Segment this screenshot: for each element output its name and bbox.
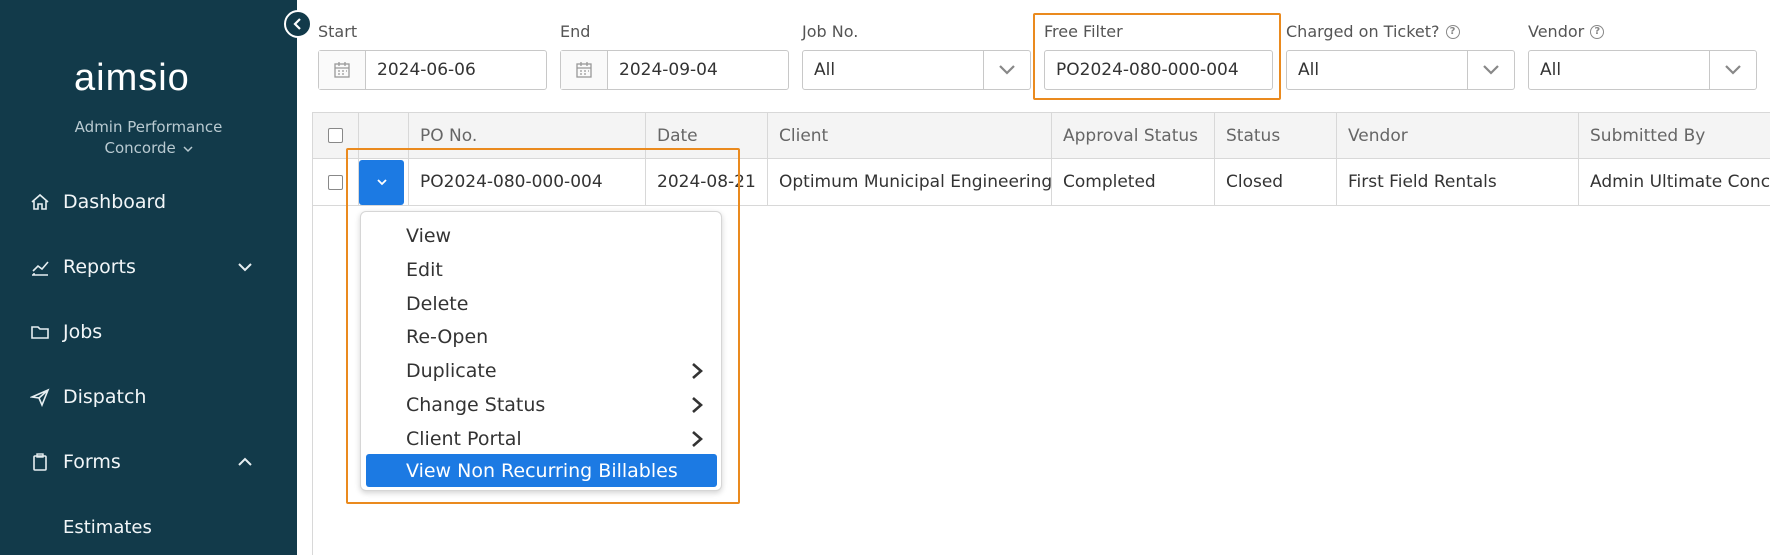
start-label: Start xyxy=(318,22,358,41)
start-date-field[interactable]: 2024-06-06 xyxy=(318,50,547,90)
job-no-select[interactable]: All xyxy=(802,50,1031,90)
cell-submitted-by: Admin Ultimate Concorde xyxy=(1590,172,1770,192)
column-header-approval-status[interactable]: Approval Status xyxy=(1052,113,1215,158)
sidebar-item-jobs[interactable]: Jobs xyxy=(0,312,297,352)
menu-item-view[interactable]: View xyxy=(366,219,717,252)
row-select-cell xyxy=(313,159,359,205)
table-row[interactable]: PO2024-080-000-004 2024-08-21 Optimum Mu… xyxy=(313,159,1770,206)
cell-client: Optimum Municipal Engineering xyxy=(768,159,1052,205)
vendor-label-text: Vendor xyxy=(1528,22,1585,41)
chevron-left-icon xyxy=(293,18,301,30)
cell-approval-status: Completed xyxy=(1052,159,1215,205)
sidebar-item-label: Dispatch xyxy=(63,386,147,408)
action-header-cell xyxy=(359,113,409,158)
row-actions-button[interactable] xyxy=(359,159,404,205)
end-label: End xyxy=(560,22,591,41)
column-header-submitted-by[interactable]: Submitted By xyxy=(1579,113,1770,158)
column-header-date[interactable]: Date xyxy=(646,113,768,158)
menu-item-delete[interactable]: Delete xyxy=(366,287,717,320)
menu-item-edit[interactable]: Edit xyxy=(366,253,717,286)
free-filter-label: Free Filter xyxy=(1044,22,1123,41)
cell-po-no: PO2024-080-000-004 xyxy=(409,159,646,205)
end-date-value: 2024-09-04 xyxy=(619,60,718,80)
chevron-down-icon[interactable] xyxy=(237,259,253,275)
sidebar-item-reports[interactable]: Reports xyxy=(0,247,297,287)
table-header: PO No. Date Client Approval Status Statu… xyxy=(313,112,1770,159)
end-date-field[interactable]: 2024-09-04 xyxy=(560,50,789,90)
sidebar-item-dashboard[interactable]: Dashboard xyxy=(0,182,297,222)
sidebar-item-label: Forms xyxy=(63,451,121,473)
sidebar-item-dispatch[interactable]: Dispatch xyxy=(0,377,297,417)
menu-item-label: Client Portal xyxy=(406,427,522,450)
menu-item-view-non-recurring-billables[interactable]: View Non Recurring Billables xyxy=(366,454,717,487)
folder-icon xyxy=(31,326,49,339)
menu-item-label: Change Status xyxy=(406,393,546,416)
chevron-down-icon[interactable] xyxy=(1709,51,1756,89)
org-sub-label: Concorde xyxy=(104,139,176,157)
chart-icon xyxy=(32,261,49,276)
row-checkbox[interactable] xyxy=(328,174,343,190)
sidebar: aimsio Admin Performance Concorde Dashbo… xyxy=(0,0,297,555)
vendor-select[interactable]: All xyxy=(1528,50,1757,90)
chevron-down-icon xyxy=(182,146,193,153)
chevron-right-icon xyxy=(692,363,703,379)
chevron-right-icon xyxy=(692,397,703,413)
job-no-label: Job No. xyxy=(802,22,859,41)
free-filter-input[interactable]: PO2024-080-000-004 xyxy=(1044,50,1273,90)
column-header-client[interactable]: Client xyxy=(768,113,1052,158)
help-icon[interactable]: ? xyxy=(1590,24,1605,39)
charged-on-ticket-text: Charged on Ticket? xyxy=(1286,22,1440,41)
menu-item-re-open[interactable]: Re-Open xyxy=(366,320,717,353)
svg-text:aimsio: aimsio xyxy=(74,60,190,96)
charged-on-ticket-value: All xyxy=(1298,60,1320,80)
select-all-cell xyxy=(313,113,359,158)
aimsio-logo[interactable]: aimsio xyxy=(72,60,222,96)
menu-item-change-status[interactable]: Change Status xyxy=(366,388,717,421)
cell-vendor: First Field Rentals xyxy=(1337,159,1579,205)
chevron-down-icon[interactable] xyxy=(983,51,1030,89)
start-date-value: 2024-06-06 xyxy=(377,60,476,80)
chevron-right-icon xyxy=(692,431,703,447)
calendar-icon[interactable] xyxy=(319,51,366,89)
home-icon xyxy=(31,193,49,210)
org-name[interactable]: Admin Performance xyxy=(0,117,297,138)
paper-plane-icon xyxy=(30,388,50,407)
charged-on-ticket-label: Charged on Ticket? ? xyxy=(1286,22,1460,41)
calendar-icon[interactable] xyxy=(561,51,608,89)
sidebar-item-label: Dashboard xyxy=(63,191,167,213)
menu-item-client-portal[interactable]: Client Portal xyxy=(366,422,717,455)
sidebar-item-label: Reports xyxy=(63,256,136,278)
menu-item-duplicate[interactable]: Duplicate xyxy=(366,354,717,387)
cell-date: 2024-08-21 xyxy=(646,159,768,205)
chevron-up-icon[interactable] xyxy=(237,454,253,470)
vendor-value: All xyxy=(1540,60,1562,80)
chevron-down-icon xyxy=(376,179,387,186)
sidebar-item-estimates[interactable]: Estimates xyxy=(0,507,297,547)
select-all-checkbox[interactable] xyxy=(328,128,343,143)
column-header-po-no[interactable]: PO No. xyxy=(409,113,646,158)
clipboard-icon xyxy=(33,453,47,471)
column-header-vendor[interactable]: Vendor xyxy=(1337,113,1579,158)
org-selector[interactable]: Concorde xyxy=(0,138,297,159)
sidebar-item-label: Jobs xyxy=(63,321,103,343)
sidebar-item-forms[interactable]: Forms xyxy=(0,442,297,482)
sidebar-collapse-button[interactable] xyxy=(284,10,312,38)
row-action-cell xyxy=(359,159,409,205)
free-filter-value: PO2024-080-000-004 xyxy=(1056,60,1239,80)
sidebar-item-label: Estimates xyxy=(63,516,152,538)
vendor-label: Vendor ? xyxy=(1528,22,1605,41)
help-icon[interactable]: ? xyxy=(1445,24,1460,39)
cell-status: Closed xyxy=(1215,159,1337,205)
menu-item-label: Duplicate xyxy=(406,359,497,382)
chevron-down-icon[interactable] xyxy=(1467,51,1514,89)
job-no-value: All xyxy=(814,60,836,80)
row-actions-menu: View Edit Delete Re-Open Duplicate Chang… xyxy=(360,211,722,491)
column-header-status[interactable]: Status xyxy=(1215,113,1337,158)
charged-on-ticket-select[interactable]: All xyxy=(1286,50,1515,90)
